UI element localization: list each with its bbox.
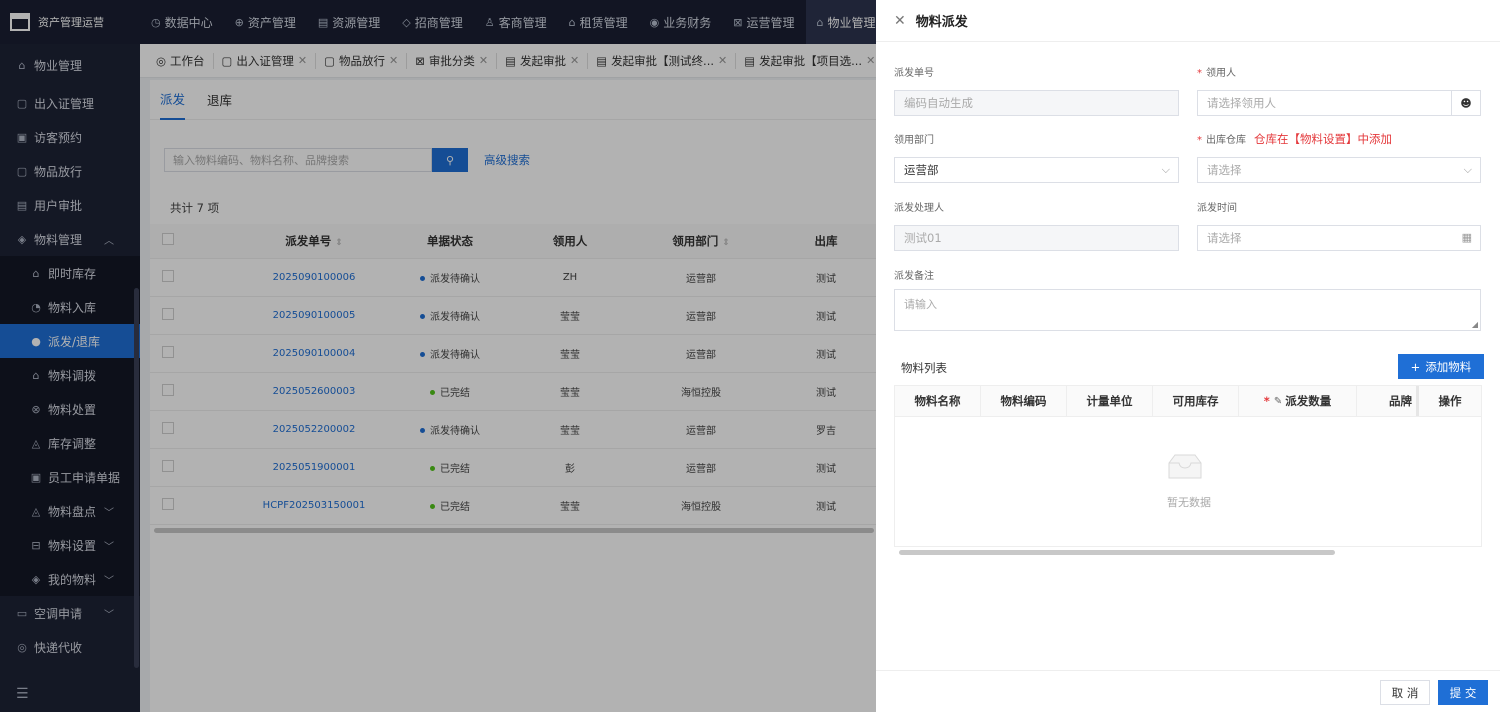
warehouse-hint: 仓库在【物料设置】中添加 [1254,132,1392,146]
order-no-field: 派发单号 编码自动生成 [894,64,1179,116]
calendar-icon: ▦ [1461,231,1472,244]
required-mark: * [1263,394,1270,408]
drawer-title: 物料派发 [915,15,968,30]
receiver-input[interactable]: 请选择领用人 ☻ [1197,90,1481,116]
receiver-placeholder: 请选择领用人 [1207,96,1276,110]
remark-placeholder: 请输入 [904,298,937,311]
user-icon: ☻ [1460,96,1472,110]
handler-field: 派发处理人 测试01 [894,199,1179,251]
dept-value: 运营部 [904,163,939,177]
chevron-down-icon: ⌵ [1463,163,1472,176]
required-mark: * [1197,68,1202,79]
plus-icon: + [1410,359,1421,374]
col-material-name: 物料名称 [895,386,981,416]
dispatch-drawer: ✕ 物料派发 派发单号 编码自动生成 * 领用人 请选择领用人 ☻ 领用部门 运营… [876,0,1500,712]
warehouse-placeholder: 请选择 [1207,163,1242,177]
col-material-code: 物料编码 [981,386,1067,416]
col-brand: 品牌 [1357,386,1419,416]
warehouse-field: * 出库仓库 仓库在【物料设置】中添加 请选择 ⌵ [1197,131,1481,183]
time-field: 派发时间 请选择 ▦ [1197,199,1481,251]
dept-label: 领用部门 [894,135,934,146]
empty-text: 暂无数据 [1167,496,1211,509]
remark-label: 派发备注 [894,271,934,282]
handler-input: 测试01 [894,225,1179,251]
handler-label: 派发处理人 [894,203,944,214]
empty-box-icon [1168,454,1202,479]
remark-field: 派发备注 请输入 ◢ [894,267,1481,331]
material-table: 物料名称 物料编码 计量单位 可用库存 * ✎ 派发数量 品牌 操作 暂无数据 [894,385,1482,555]
col-available-stock: 可用库存 [1153,386,1239,416]
warehouse-label: 出库仓库 [1206,135,1246,146]
material-list-title: 物料列表 [901,361,947,375]
modal-mask[interactable] [0,0,876,712]
submit-button[interactable]: 提 交 [1438,680,1488,705]
dept-field: 领用部门 运营部 ⌵ [894,131,1179,183]
remark-textarea[interactable]: 请输入 ◢ [894,289,1481,331]
close-icon[interactable]: ✕ [894,13,906,29]
add-material-button[interactable]: + 添加物料 [1398,354,1484,379]
dept-select[interactable]: 运营部 ⌵ [894,157,1179,183]
user-select-button[interactable]: ☻ [1451,91,1480,115]
receiver-field: * 领用人 请选择领用人 ☻ [1197,64,1481,116]
time-label: 派发时间 [1197,203,1237,214]
edit-icon: ✎ [1273,395,1283,407]
cancel-button[interactable]: 取 消 [1380,680,1430,705]
add-material-label: 添加物料 [1425,359,1472,374]
material-table-scrollbar[interactable] [899,550,1335,555]
order-no-input: 编码自动生成 [894,90,1179,116]
receiver-label: 领用人 [1206,68,1236,79]
col-unit: 计量单位 [1067,386,1153,416]
col-dispatch-qty: * ✎ 派发数量 [1239,386,1357,416]
material-table-header: 物料名称 物料编码 计量单位 可用库存 * ✎ 派发数量 品牌 操作 [895,386,1481,417]
col-actions: 操作 [1438,394,1462,408]
time-picker[interactable]: 请选择 ▦ [1197,225,1481,251]
resize-handle-icon[interactable]: ◢ [1472,320,1478,329]
order-no-label: 派发单号 [894,68,934,79]
chevron-down-icon: ⌵ [1161,163,1170,176]
drawer-header: ✕ 物料派发 [876,0,1500,42]
time-placeholder: 请选择 [1207,231,1242,245]
warehouse-select[interactable]: 请选择 ⌵ [1197,157,1481,183]
required-mark: * [1197,135,1202,146]
